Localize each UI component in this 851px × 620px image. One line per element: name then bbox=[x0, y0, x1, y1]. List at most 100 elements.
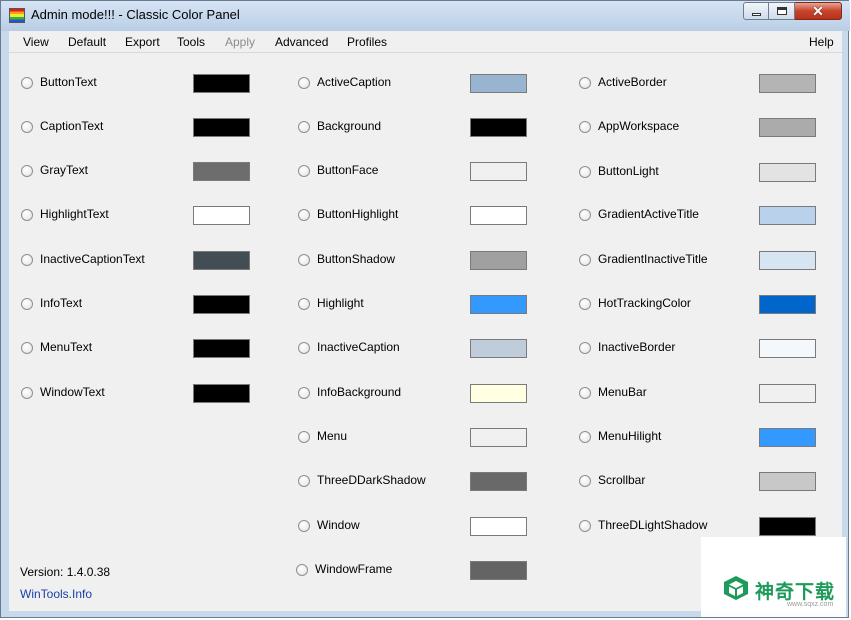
color-swatch[interactable] bbox=[759, 428, 816, 447]
radio-button[interactable] bbox=[298, 298, 310, 310]
color-swatch[interactable] bbox=[759, 118, 816, 137]
color-row-windowframe[interactable]: WindowFrame bbox=[296, 561, 528, 581]
color-swatch[interactable] bbox=[759, 517, 816, 536]
color-swatch[interactable] bbox=[470, 118, 527, 137]
maximize-button[interactable] bbox=[769, 2, 795, 20]
color-row-highlighttext[interactable]: HighlightText bbox=[21, 206, 251, 226]
radio-button[interactable] bbox=[298, 431, 310, 443]
title-bar[interactable]: Admin mode!!! - Classic Color Panel ✕ bbox=[1, 1, 850, 31]
radio-button[interactable] bbox=[579, 209, 591, 221]
radio-button[interactable] bbox=[579, 166, 591, 178]
color-row-menutext[interactable]: MenuText bbox=[21, 339, 251, 359]
color-swatch[interactable] bbox=[470, 74, 527, 93]
radio-button[interactable] bbox=[298, 254, 310, 266]
color-row-hottrackingcolor[interactable]: HotTrackingColor bbox=[579, 295, 819, 315]
menu-tools[interactable]: Tools bbox=[177, 35, 205, 49]
radio-button[interactable] bbox=[579, 387, 591, 399]
radio-button[interactable] bbox=[21, 77, 33, 89]
color-row-buttontext[interactable]: ButtonText bbox=[21, 74, 251, 94]
color-swatch[interactable] bbox=[470, 339, 527, 358]
color-swatch[interactable] bbox=[759, 251, 816, 270]
radio-button[interactable] bbox=[21, 121, 33, 133]
color-row-inactiveborder[interactable]: InactiveBorder bbox=[579, 339, 819, 359]
color-swatch[interactable] bbox=[759, 206, 816, 225]
radio-button[interactable] bbox=[579, 77, 591, 89]
color-row-activecaption[interactable]: ActiveCaption bbox=[298, 74, 528, 94]
radio-button[interactable] bbox=[298, 77, 310, 89]
color-swatch[interactable] bbox=[470, 428, 527, 447]
color-swatch[interactable] bbox=[759, 74, 816, 93]
color-row-buttonshadow[interactable]: ButtonShadow bbox=[298, 251, 528, 271]
color-row-infobackground[interactable]: InfoBackground bbox=[298, 384, 528, 404]
color-row-inactivecaption[interactable]: InactiveCaption bbox=[298, 339, 528, 359]
color-row-threeddarkshadow[interactable]: ThreeDDarkShadow bbox=[298, 472, 528, 492]
color-swatch[interactable] bbox=[470, 472, 527, 491]
wintools-link[interactable]: WinTools.Info bbox=[20, 587, 92, 601]
radio-button[interactable] bbox=[579, 298, 591, 310]
radio-button[interactable] bbox=[298, 165, 310, 177]
color-swatch[interactable] bbox=[470, 206, 527, 225]
color-row-menuhilight[interactable]: MenuHilight bbox=[579, 428, 819, 448]
color-row-background[interactable]: Background bbox=[298, 118, 528, 138]
color-swatch[interactable] bbox=[193, 118, 250, 137]
radio-button[interactable] bbox=[21, 165, 33, 177]
radio-button[interactable] bbox=[298, 121, 310, 133]
color-swatch[interactable] bbox=[470, 561, 527, 580]
color-row-activeborder[interactable]: ActiveBorder bbox=[579, 74, 819, 94]
color-swatch[interactable] bbox=[470, 384, 527, 403]
close-button[interactable]: ✕ bbox=[795, 2, 842, 20]
radio-button[interactable] bbox=[21, 254, 33, 266]
radio-button[interactable] bbox=[579, 431, 591, 443]
color-swatch[interactable] bbox=[193, 74, 250, 93]
color-row-graytext[interactable]: GrayText bbox=[21, 162, 251, 182]
color-swatch[interactable] bbox=[193, 251, 250, 270]
color-swatch[interactable] bbox=[759, 472, 816, 491]
color-swatch[interactable] bbox=[193, 162, 250, 181]
color-row-windowtext[interactable]: WindowText bbox=[21, 384, 251, 404]
color-swatch[interactable] bbox=[193, 295, 250, 314]
menu-advanced[interactable]: Advanced bbox=[275, 35, 328, 49]
menu-export[interactable]: Export bbox=[125, 35, 160, 49]
color-row-buttonhighlight[interactable]: ButtonHighlight bbox=[298, 206, 528, 226]
radio-button[interactable] bbox=[579, 121, 591, 133]
color-swatch[interactable] bbox=[759, 295, 816, 314]
radio-button[interactable] bbox=[579, 475, 591, 487]
color-swatch[interactable] bbox=[193, 339, 250, 358]
radio-button[interactable] bbox=[298, 520, 310, 532]
color-row-buttonlight[interactable]: ButtonLight bbox=[579, 163, 819, 183]
color-row-menu[interactable]: Menu bbox=[298, 428, 528, 448]
color-row-window[interactable]: Window bbox=[298, 517, 528, 537]
color-row-infotext[interactable]: InfoText bbox=[21, 295, 251, 315]
radio-button[interactable] bbox=[21, 209, 33, 221]
color-row-captiontext[interactable]: CaptionText bbox=[21, 118, 251, 138]
menu-view[interactable]: View bbox=[23, 35, 49, 49]
color-row-buttonface[interactable]: ButtonFace bbox=[298, 162, 528, 182]
menu-default[interactable]: Default bbox=[68, 35, 106, 49]
color-swatch[interactable] bbox=[470, 517, 527, 536]
radio-button[interactable] bbox=[298, 209, 310, 221]
color-row-appworkspace[interactable]: AppWorkspace bbox=[579, 118, 819, 138]
menu-profiles[interactable]: Profiles bbox=[347, 35, 387, 49]
radio-button[interactable] bbox=[21, 342, 33, 354]
radio-button[interactable] bbox=[298, 475, 310, 487]
radio-button[interactable] bbox=[579, 342, 591, 354]
color-swatch[interactable] bbox=[193, 206, 250, 225]
radio-button[interactable] bbox=[298, 387, 310, 399]
radio-button[interactable] bbox=[296, 564, 308, 576]
color-row-highlight[interactable]: Highlight bbox=[298, 295, 528, 315]
color-swatch[interactable] bbox=[470, 162, 527, 181]
radio-button[interactable] bbox=[579, 520, 591, 532]
minimize-button[interactable] bbox=[743, 2, 769, 20]
color-swatch[interactable] bbox=[193, 384, 250, 403]
color-row-threedlightshadow[interactable]: ThreeDLightShadow bbox=[579, 517, 819, 537]
rainbow-app-icon[interactable] bbox=[9, 8, 25, 23]
color-swatch[interactable] bbox=[759, 163, 816, 182]
color-row-gradientactivetitle[interactable]: GradientActiveTitle bbox=[579, 206, 819, 226]
color-swatch[interactable] bbox=[759, 339, 816, 358]
radio-button[interactable] bbox=[579, 254, 591, 266]
color-swatch[interactable] bbox=[470, 251, 527, 270]
color-row-inactivecaptiontext[interactable]: InactiveCaptionText bbox=[21, 251, 251, 271]
color-row-scrollbar[interactable]: Scrollbar bbox=[579, 472, 819, 492]
color-swatch[interactable] bbox=[470, 295, 527, 314]
radio-button[interactable] bbox=[21, 298, 33, 310]
